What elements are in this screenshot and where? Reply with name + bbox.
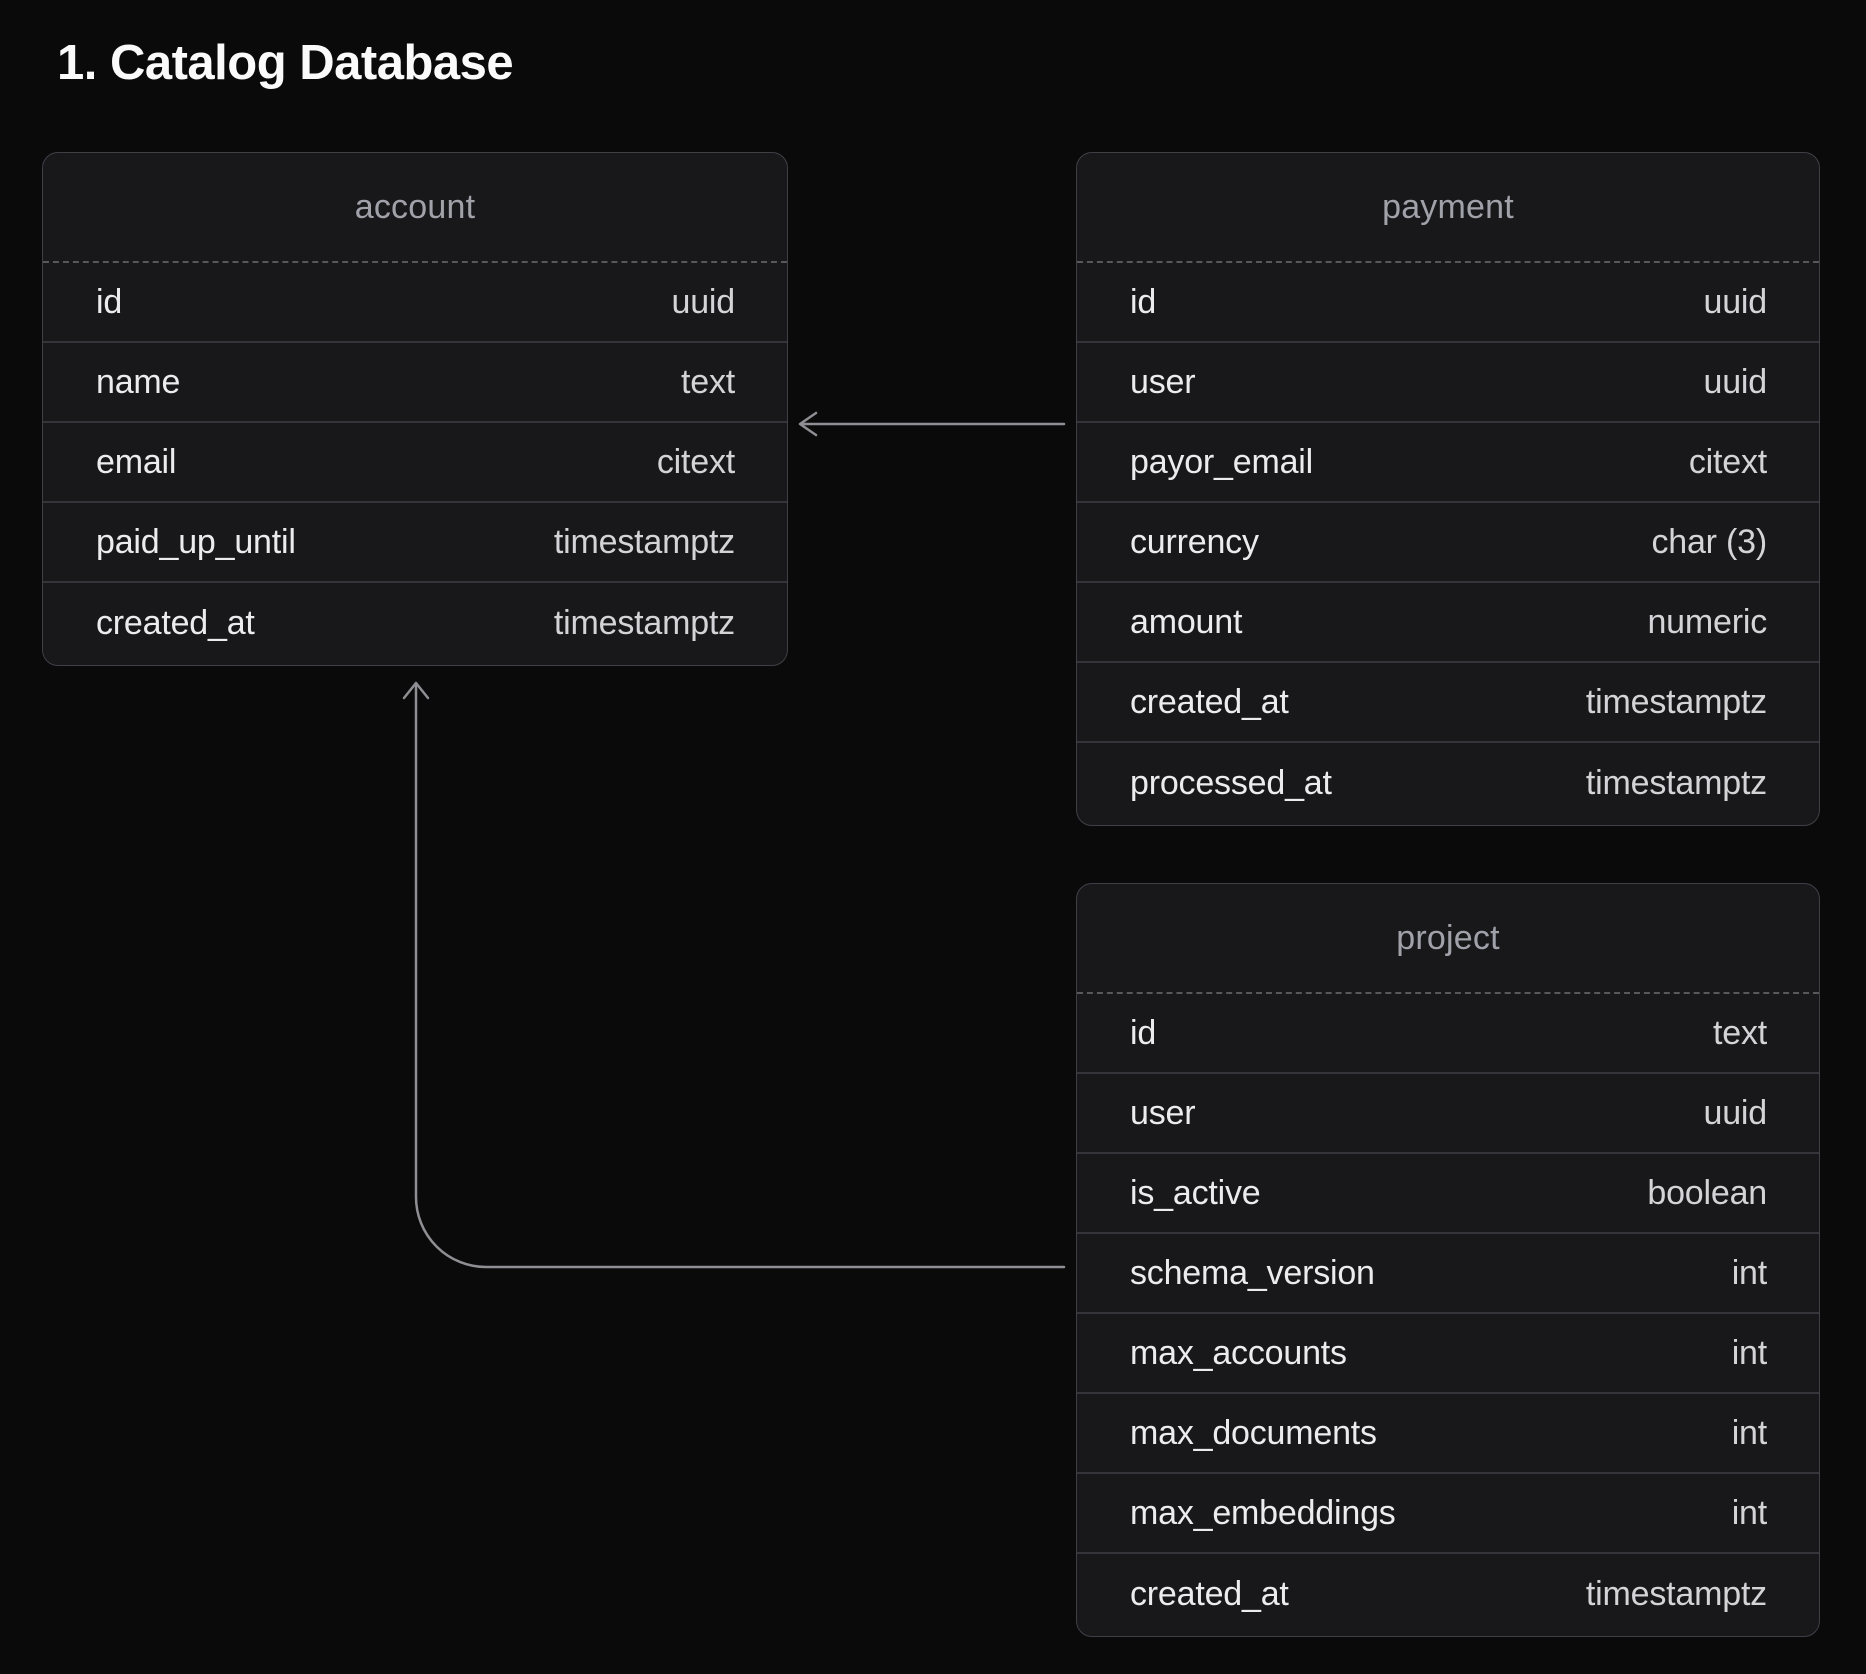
table-row: created_at timestamptz (43, 583, 787, 663)
table-row: user uuid (1077, 1074, 1819, 1154)
field-name: created_at (1130, 683, 1289, 722)
table-row: id uuid (43, 263, 787, 343)
table-row: email citext (43, 423, 787, 503)
field-type: uuid (672, 283, 735, 322)
field-name: processed_at (1130, 764, 1332, 803)
field-type: timestamptz (1586, 764, 1767, 803)
table-row: max_accounts int (1077, 1314, 1819, 1394)
field-name: payor_email (1130, 443, 1313, 482)
arrow-payment-to-account (800, 413, 1064, 435)
field-name: id (96, 283, 122, 322)
field-name: id (1130, 1014, 1156, 1053)
field-type: timestamptz (554, 523, 735, 562)
table-account-title: account (43, 153, 787, 263)
table-payment[interactable]: payment id uuid user uuid payor_email ci… (1076, 152, 1820, 826)
field-name: created_at (96, 604, 255, 643)
table-account[interactable]: account id uuid name text email citext p… (42, 152, 788, 666)
table-row: user uuid (1077, 343, 1819, 423)
field-name: amount (1130, 603, 1242, 642)
table-row: is_active boolean (1077, 1154, 1819, 1234)
field-type: uuid (1704, 363, 1767, 402)
field-type: boolean (1647, 1174, 1767, 1213)
table-project[interactable]: project id text user uuid is_active bool… (1076, 883, 1820, 1637)
field-type: citext (1689, 443, 1767, 482)
field-type: uuid (1704, 283, 1767, 322)
field-name: max_documents (1130, 1414, 1377, 1453)
table-row: amount numeric (1077, 583, 1819, 663)
field-name: name (96, 363, 180, 402)
field-name: paid_up_until (96, 523, 296, 562)
table-row: max_documents int (1077, 1394, 1819, 1474)
field-type: text (681, 363, 735, 402)
field-name: schema_version (1130, 1254, 1375, 1293)
field-name: email (96, 443, 176, 482)
field-name: max_embeddings (1130, 1494, 1396, 1533)
field-type: text (1713, 1014, 1767, 1053)
table-row: payor_email citext (1077, 423, 1819, 503)
table-project-title: project (1077, 884, 1819, 994)
table-row: name text (43, 343, 787, 423)
field-type: char (3) (1651, 523, 1767, 562)
table-row: id uuid (1077, 263, 1819, 343)
field-name: is_active (1130, 1174, 1260, 1213)
table-row: created_at timestamptz (1077, 663, 1819, 743)
table-row: currency char (3) (1077, 503, 1819, 583)
field-type: int (1732, 1334, 1767, 1373)
page-title: 1. Catalog Database (57, 36, 513, 90)
table-row: processed_at timestamptz (1077, 743, 1819, 823)
field-type: uuid (1704, 1094, 1767, 1133)
field-type: int (1732, 1494, 1767, 1533)
field-type: citext (657, 443, 735, 482)
field-name: max_accounts (1130, 1334, 1347, 1373)
field-type: timestamptz (554, 604, 735, 643)
field-name: user (1130, 363, 1195, 402)
table-row: created_at timestamptz (1077, 1554, 1819, 1634)
field-type: int (1732, 1414, 1767, 1453)
table-row: id text (1077, 994, 1819, 1074)
table-row: paid_up_until timestamptz (43, 503, 787, 583)
field-name: currency (1130, 523, 1259, 562)
table-payment-title: payment (1077, 153, 1819, 263)
field-name: created_at (1130, 1575, 1289, 1614)
table-row: max_embeddings int (1077, 1474, 1819, 1554)
table-row: schema_version int (1077, 1234, 1819, 1314)
field-type: numeric (1647, 603, 1767, 642)
field-name: user (1130, 1094, 1195, 1133)
field-type: timestamptz (1586, 683, 1767, 722)
field-type: int (1732, 1254, 1767, 1293)
arrow-project-to-account (404, 683, 1064, 1267)
field-name: id (1130, 283, 1156, 322)
field-type: timestamptz (1586, 1575, 1767, 1614)
